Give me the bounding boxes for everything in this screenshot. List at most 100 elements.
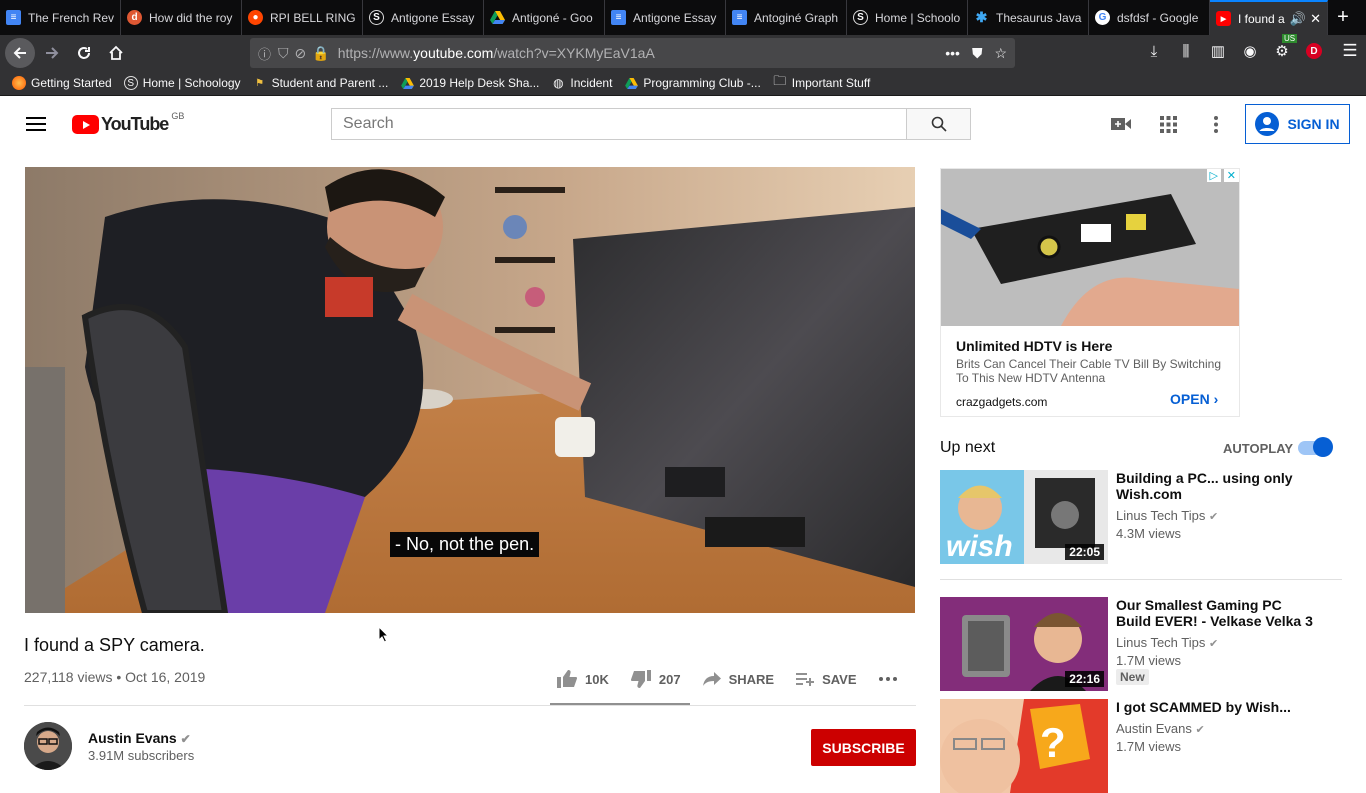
like-button[interactable]: 10K xyxy=(557,670,609,688)
account-icon[interactable]: ◉ xyxy=(1234,42,1266,60)
youtube-logo[interactable]: YouTube GB xyxy=(72,111,184,135)
back-arrow-icon xyxy=(13,47,26,59)
search-input[interactable] xyxy=(343,115,906,133)
apps-grid-icon[interactable] xyxy=(1160,116,1177,138)
download-icon[interactable]: ⤓ xyxy=(1138,43,1170,60)
video-duration: 22:16 xyxy=(1065,671,1104,687)
schoology-icon: S xyxy=(123,76,138,90)
view-count: 1.7M views xyxy=(1116,653,1182,668)
share-button[interactable]: SHARE xyxy=(702,672,774,687)
browser-tab[interactable]: Gdsfdsf - Google xyxy=(1089,0,1210,35)
browser-tab[interactable]: S Home | Schoolo xyxy=(847,0,968,35)
svg-text:?: ? xyxy=(1040,719,1066,766)
verified-badge-icon: ✔ xyxy=(1209,511,1219,523)
youtube-play-icon xyxy=(72,115,99,134)
docs-icon: ≡ xyxy=(611,10,626,25)
bookmark-item[interactable]: 2019 Help Desk Sha... xyxy=(400,76,539,90)
bookmark-star-icon[interactable]: ☆ xyxy=(994,45,1007,62)
video-title[interactable]: Our Smallest Gaming PC Build EVER! - Vel… xyxy=(1116,597,1316,629)
tab-title: RPI BELL RINGE xyxy=(270,10,356,25)
bookmark-folder[interactable]: 🗀 Important Stuff xyxy=(773,73,870,90)
view-count: 1.7M views xyxy=(1116,739,1182,754)
channel-name[interactable]: Linus Tech Tips ✔ xyxy=(1116,635,1218,650)
close-tab-icon[interactable]: ✕ xyxy=(1310,11,1321,27)
reload-button[interactable] xyxy=(69,38,99,68)
address-bar[interactable]: ⓘ ⛉ ⊘ 🔒 https://www.youtube.com/watch?v=… xyxy=(250,38,1015,68)
autoplay-toggle-knob[interactable] xyxy=(1313,437,1333,457)
channel-name[interactable]: Austin Evans ✔ xyxy=(88,730,191,746)
browser-tab[interactable]: Antigoné - Goo xyxy=(484,0,605,35)
profile-avatar-icon[interactable]: D xyxy=(1298,43,1330,59)
tab-title: Antigone Essay xyxy=(633,10,717,25)
video-title[interactable]: I got SCAMMED by Wish... xyxy=(1116,699,1316,715)
subscribe-button[interactable]: SUBSCRIBE xyxy=(811,729,916,766)
sidebar-icon[interactable]: ▥ xyxy=(1202,42,1234,60)
up-next-heading: Up next xyxy=(940,439,996,456)
browser-tab[interactable]: d How did the roy xyxy=(121,0,242,35)
new-tab-button[interactable]: + xyxy=(1328,0,1358,35)
mouse-cursor-icon xyxy=(378,625,390,648)
recommended-video[interactable]: wish 22:05 Building a PC... using only W… xyxy=(940,470,1340,564)
tracking-shield-icon[interactable]: ⛉ xyxy=(278,45,289,62)
bookmark-item[interactable]: Programming Club -... xyxy=(624,76,761,90)
video-thumbnail[interactable]: wish 22:05 xyxy=(940,470,1108,564)
ad-open-button[interactable]: OPEN › xyxy=(1170,391,1218,407)
menu-icon[interactable]: ☰ xyxy=(1330,41,1366,61)
adchoices-icon[interactable]: ▷ xyxy=(1206,169,1221,182)
video-player[interactable]: - No, not the pen. xyxy=(25,167,915,613)
video-title[interactable]: Building a PC... using only Wish.com xyxy=(1116,470,1316,502)
recommended-video[interactable]: 22:16 Our Smallest Gaming PC Build EVER!… xyxy=(940,597,1340,691)
browser-tab[interactable]: ≡ Antoginé Graph xyxy=(726,0,847,35)
recommended-video[interactable]: ? I got SCAMMED by Wish... Austin Evans … xyxy=(940,699,1340,793)
sign-in-button[interactable]: SIGN IN xyxy=(1245,104,1350,144)
bookmark-item[interactable]: ⚑ Student and Parent ... xyxy=(253,76,388,90)
more-actions-button[interactable] xyxy=(878,677,905,681)
ad-title[interactable]: Unlimited HDTV is Here xyxy=(956,338,1112,354)
svg-text:wish: wish xyxy=(946,530,1013,563)
library-icon[interactable]: ⫼ xyxy=(1170,43,1202,60)
info-icon[interactable]: ⓘ xyxy=(258,44,271,63)
globe-icon: ◍ xyxy=(553,76,564,90)
guide-menu-icon[interactable] xyxy=(26,117,46,131)
verified-badge-icon: ✔ xyxy=(1209,638,1219,650)
url-text[interactable]: https://www.youtube.com/watch?v=XYKMyEaV… xyxy=(338,45,655,61)
speaker-icon[interactable]: 🔊 xyxy=(1290,11,1306,27)
settings-more-icon[interactable] xyxy=(1214,116,1218,138)
bookmark-item[interactable]: ◍ Incident xyxy=(551,76,612,90)
ad-close-icon[interactable]: ✕ xyxy=(1223,169,1239,182)
video-thumbnail[interactable]: 22:16 xyxy=(940,597,1108,691)
ad-description: Brits Can Cancel Their Cable TV Bill By … xyxy=(956,357,1221,385)
browser-tab[interactable]: S Antigone Essay xyxy=(363,0,484,35)
create-video-icon[interactable] xyxy=(1111,116,1131,137)
browser-tab[interactable]: ≡ Antigone Essay xyxy=(605,0,726,35)
channel-avatar[interactable] xyxy=(24,722,72,770)
docs-icon: ≡ xyxy=(6,10,21,25)
channel-name[interactable]: Austin Evans ✔ xyxy=(1116,721,1205,736)
pocket-icon[interactable]: ⛊ xyxy=(972,45,983,62)
bookmark-item[interactable]: Getting Started xyxy=(12,76,112,90)
video-thumbnail[interactable]: ? xyxy=(940,699,1108,793)
flag-icon: ⚑ xyxy=(255,77,265,89)
dislike-button[interactable]: 207 xyxy=(630,670,681,688)
search-box[interactable] xyxy=(331,108,907,140)
tab-title: Home | Schoolo xyxy=(875,10,961,25)
home-button[interactable] xyxy=(101,38,131,68)
forward-button[interactable] xyxy=(37,38,67,68)
browser-tab-active[interactable]: ▶ I found a 🔊 ✕ xyxy=(1210,0,1328,35)
page-actions-icon[interactable]: ••• xyxy=(945,45,960,61)
extension-badge: US xyxy=(1282,34,1298,43)
back-button[interactable] xyxy=(5,38,35,68)
save-button[interactable]: SAVE xyxy=(796,672,857,687)
tab-title: Antoginé Graph xyxy=(754,10,839,25)
permissions-icon[interactable]: ⊘ xyxy=(295,45,307,62)
browser-tab[interactable]: ✱ Thesaurus Java xyxy=(968,0,1089,35)
channel-name[interactable]: Linus Tech Tips ✔ xyxy=(1116,508,1218,523)
video-caption: - No, not the pen. xyxy=(390,532,540,557)
duckduckgo-icon: d xyxy=(127,10,142,25)
browser-tab[interactable]: ● RPI BELL RINGE xyxy=(242,0,363,35)
browser-tab[interactable]: ≡ The French Rev xyxy=(0,0,121,35)
sidebar-ad[interactable]: ▷ ✕ Unlimited HDTV is Here Brits Can Can… xyxy=(940,168,1240,417)
search-button[interactable] xyxy=(906,108,971,140)
extension-icon[interactable]: ⚙ US xyxy=(1266,34,1298,60)
bookmark-item[interactable]: S Home | Schoology xyxy=(123,76,241,90)
